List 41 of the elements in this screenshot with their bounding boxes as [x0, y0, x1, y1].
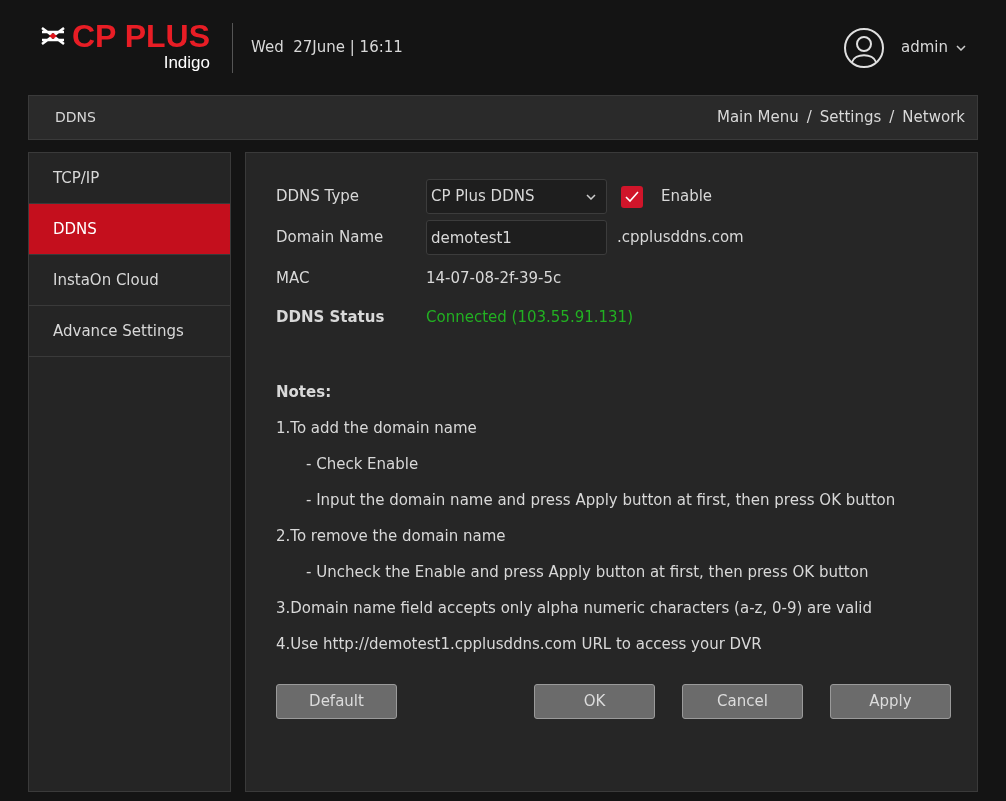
sidebar-item[interactable]: DDNS — [29, 204, 230, 255]
note-text: 1.To add the domain name — [276, 418, 478, 439]
breadcrumb-separator: / — [806, 107, 812, 129]
chevron-down-icon — [586, 193, 596, 200]
breadcrumb-separator: / — [889, 107, 895, 129]
sidebar-item[interactable]: Advance Settings — [29, 306, 230, 357]
enable-checkbox[interactable] — [621, 185, 643, 208]
default-button[interactable]: Default — [276, 684, 397, 719]
action-button[interactable]: Cancel — [682, 684, 803, 719]
sidebar-item[interactable]: InstaOn Cloud — [29, 255, 230, 306]
field-label: DDNS Type — [276, 186, 361, 208]
brand-subtitle: Indigo — [163, 51, 210, 74]
field-label: DDNS Status — [276, 307, 386, 328]
note-text: - Input the domain name and press Apply button at first, then press OK button — [306, 490, 897, 511]
note-text: - Check Enable — [306, 454, 420, 475]
domain-suffix: .cpplusddns.com — [617, 227, 744, 249]
checkbox-label: Enable — [661, 186, 713, 208]
action-button[interactable]: Apply — [830, 684, 951, 719]
field-label: Domain Name — [276, 227, 385, 249]
brand-name: CP PLUS — [71, 19, 210, 52]
note-text: 3.Domain name field accepts only alpha numeric characters (a-z, 0-9) are valid — [276, 598, 874, 619]
field-label: MAC — [276, 268, 311, 289]
breadcrumb-link[interactable]: Main Menu — [716, 106, 799, 129]
logo-icon — [39, 25, 66, 46]
checkmark-icon — [625, 190, 639, 203]
user-avatar-icon[interactable] — [843, 26, 885, 69]
action-button[interactable]: OK — [534, 684, 655, 719]
notes-title: Notes: — [276, 382, 333, 403]
mac-value: 14-07-08-2f-39-5c — [426, 268, 563, 290]
ddns-type-dropdown[interactable]: CP Plus DDNS — [426, 179, 607, 214]
breadcrumb-link[interactable]: Network — [902, 106, 965, 129]
breadcrumb-link[interactable]: Settings — [819, 106, 882, 129]
user-menu[interactable]: admin — [901, 36, 966, 59]
chevron-down-icon — [956, 44, 966, 51]
ddns-status-value: Connected (103.55.91.131) — [426, 306, 634, 328]
note-text: 4.Use http://demotest1.cpplusddns.com URL to access your DVR — [276, 634, 763, 655]
note-text: 2.To remove the domain name — [276, 526, 507, 547]
domain-name-field[interactable]: demotest1 — [426, 220, 607, 255]
note-text: - Uncheck the Enable and press Apply button at first, then press OK button — [306, 562, 870, 583]
date-time: Wed 27June | 16:11 — [251, 37, 403, 59]
page-title: DDNS — [55, 108, 96, 127]
